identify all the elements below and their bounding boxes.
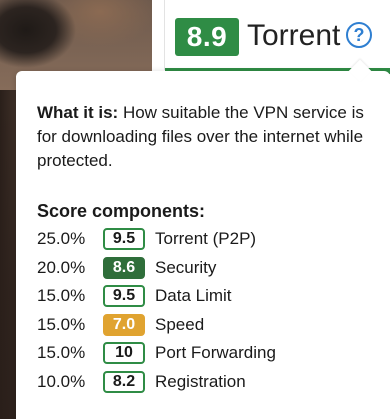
component-name: Registration [155,371,246,391]
component-weight: 15.0% [37,286,86,306]
tooltip-description: What it is: How suitable the VPN service… [37,101,367,173]
component-row: 25.0% 9.5 Torrent (P2P) [37,225,370,254]
component-name: Port Forwarding [155,343,276,363]
score-badge: 8.9 [175,18,239,56]
component-weight: 15.0% [37,343,86,363]
what-it-is-label: What it is: [37,103,119,122]
component-weight: 15.0% [37,314,86,334]
component-name: Speed [155,314,205,334]
component-name: Data Limit [155,286,232,306]
component-row: 15.0% 7.0 Speed [37,311,370,340]
component-row: 20.0% 8.6 Security [37,254,370,283]
help-icon[interactable]: ? [346,22,372,48]
component-score-badge: 10 [103,342,145,365]
components-list: 25.0% 9.5 Torrent (P2P) 20.0% 8.6 Securi… [37,225,370,396]
component-score-badge: 8.6 [103,256,145,279]
score-category-label: Torrent [247,19,341,52]
component-row: 15.0% 10 Port Forwarding [37,339,370,368]
score-tooltip: What it is: How suitable the VPN service… [16,59,390,419]
component-score-badge: 9.5 [103,285,145,308]
component-name: Security [155,257,217,277]
component-name: Torrent (P2P) [155,229,257,249]
component-score-badge: 9.5 [103,228,145,251]
component-weight: 10.0% [37,371,86,391]
component-score-badge: 7.0 [103,313,145,336]
component-score-badge: 8.2 [103,370,145,393]
component-weight: 20.0% [37,257,86,277]
component-weight: 25.0% [37,229,86,249]
component-row: 15.0% 9.5 Data Limit [37,282,370,311]
components-title: Score components: [37,201,206,221]
screen: 8.9 Torrent ? What it is: How suitable t… [0,0,390,419]
component-row: 10.0% 8.2 Registration [37,368,370,397]
score-card: 8.9 Torrent ? [164,0,390,74]
